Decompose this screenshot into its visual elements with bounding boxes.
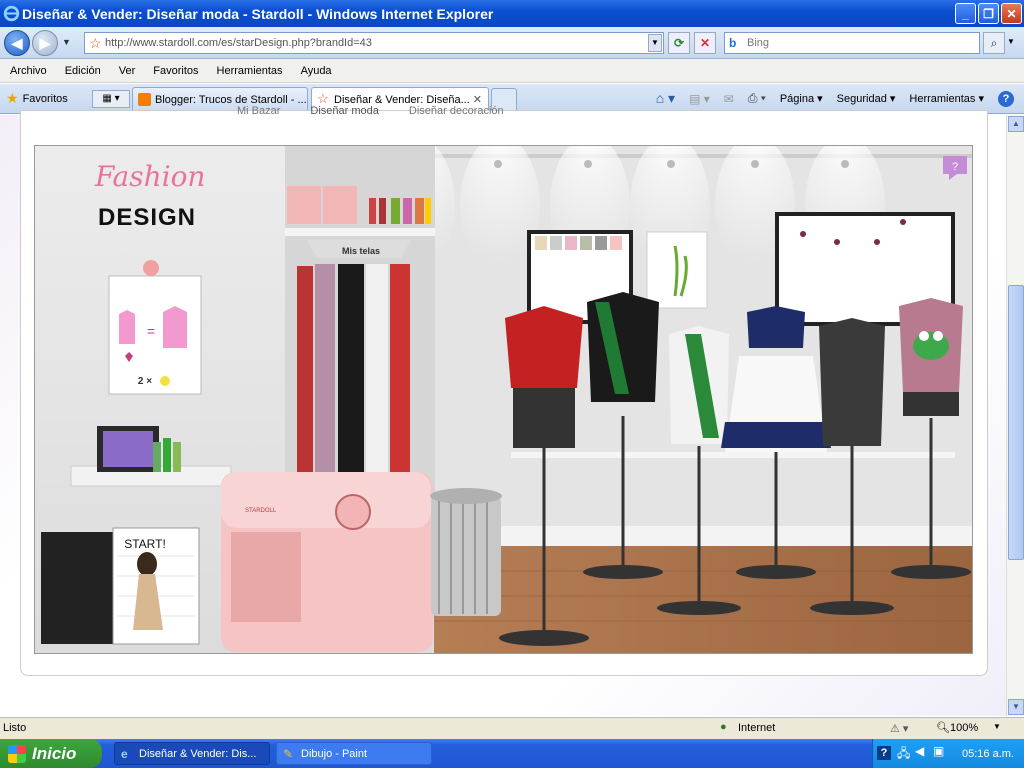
network-icon[interactable]: 🖧︎ [897,744,910,765]
home-icon[interactable]: ⌂ ▾ [656,90,675,107]
ie-window: Diseñar & Vender: Diseñar moda - Stardol… [0,0,1024,768]
scroll-thumb[interactable] [1008,285,1024,560]
menu-edicion[interactable]: Edición [65,65,101,77]
start-label: START! [124,537,166,551]
feeds-icon[interactable]: ▤ ▾ [689,92,710,106]
tab-disenar-decoracion[interactable]: Diseñar decoración [409,105,504,117]
zone-label: Internet [738,722,776,734]
machine-brand: STARDOLL [245,508,277,514]
tab-disenar-moda[interactable]: Diseñar moda [310,105,378,117]
logo-fashion: Fashion [95,160,206,193]
address-dropdown[interactable]: ▼ [648,34,662,52]
mail-icon[interactable]: ✉ [724,92,734,106]
internet-zone-icon: ● [720,721,727,733]
menu-bar: Archivo Edición Ver Favoritos Herramient… [0,59,1024,83]
favorites-star-icon: ☆ [89,35,102,51]
search-options-dropdown[interactable]: ▼ [1007,37,1015,46]
minimize-button[interactable]: _ [955,3,976,24]
search-input[interactable]: b Bing [724,32,980,54]
taskbar: Inicio e Diseñar & Vender: Dis... ✎ Dibu… [0,739,1024,768]
page-menu[interactable]: Página ▾ [780,92,823,105]
paint-icon: ✎ [283,747,294,761]
favorites-button[interactable]: ★ Favoritos [6,90,68,107]
system-tray: ? 🖧︎ ◀ ▣ 05:16 a.m. [872,739,1024,768]
title-bar[interactable]: Diseñar & Vender: Diseñar moda - Stardol… [0,0,1024,27]
favorites-star-icon: ★ [6,90,19,106]
menu-archivo[interactable]: Archivo [10,65,47,77]
tab-mi-bazar[interactable]: Mi Bazar [237,105,280,117]
fashion-design-studio: Mis telas = 2 × START! STARDOLL ? Fashio… [34,145,973,654]
help-icon[interactable]: ? [998,90,1014,107]
quick-tabs-button[interactable]: ▦ ▾ [92,90,130,108]
scroll-down-button[interactable]: ▼ [1008,699,1024,715]
ie-taskbar-icon: e [121,747,128,761]
stardoll-icon: ☆ [317,91,329,106]
windows-logo-icon [8,745,26,763]
protected-mode-icon[interactable]: ⚠ ▾ [890,722,908,735]
vertical-scrollbar[interactable]: ▲ ▼ [1006,115,1024,716]
taskbar-item-paint[interactable]: ✎ Dibujo - Paint [276,742,432,765]
refresh-button[interactable]: ⟳ [668,32,690,54]
status-bar: Listo ● Internet ⚠ ▾ 🔍︎ 100% ▼ [0,717,1024,739]
zoom-level[interactable]: 100% [950,722,978,734]
help-tray-icon[interactable]: ? [877,746,891,760]
menu-herramientas[interactable]: Herramientas [217,65,283,77]
internet-explorer-icon [3,5,20,22]
close-button[interactable]: ✕ [1001,3,1022,24]
back-button[interactable]: ◀ [4,30,30,56]
print-icon[interactable]: ⎙ ▾ [748,91,766,106]
menu-ver[interactable]: Ver [119,65,136,77]
forward-button[interactable]: ▶ [32,30,58,56]
tools-menu[interactable]: Herramientas ▾ [909,92,984,105]
volume-icon[interactable]: ▣ [933,744,944,758]
zoom-icon[interactable]: 🔍︎ [936,721,950,734]
taskbar-item-ie[interactable]: e Diseñar & Vender: Dis... [114,742,270,765]
sub-tabs: Mi Bazar Diseñar moda Diseñar decoración [237,105,504,117]
stop-button[interactable]: ✕ [694,32,716,54]
status-text: Listo [3,722,27,734]
svg-text:=: = [147,323,155,339]
recent-pages-dropdown[interactable]: ▼ [62,37,71,47]
blogger-icon [138,93,151,106]
start-button[interactable]: Inicio [0,739,102,768]
address-toolbar: ◀ ▶ ▼ ☆ http://www.stardoll.com/es/starD… [0,27,1024,59]
clock[interactable]: 05:16 a.m. [962,748,1014,760]
menu-ayuda[interactable]: Ayuda [301,65,332,77]
scroll-up-button[interactable]: ▲ [1008,116,1024,132]
security-menu[interactable]: Seguridad ▾ [837,92,896,105]
window-title: Diseñar & Vender: Diseñar moda - Stardol… [22,5,494,22]
bing-icon: b [729,36,737,50]
logo-design: DESIGN [98,204,197,231]
tray-expand-icon[interactable]: ◀ [915,744,924,758]
zoom-dropdown[interactable]: ▼ [993,722,1001,731]
shelf-label: Mis telas [342,246,380,256]
equation-cost: 2 × [138,376,152,387]
page-content: Mi Bazar Diseñar moda Diseñar decoración [0,105,1006,716]
menu-favoritos[interactable]: Favoritos [153,65,198,77]
maximize-button[interactable]: ❐ [978,3,999,24]
help-bubble: ? [952,161,958,173]
search-button[interactable]: ⌕ [983,32,1005,54]
address-field[interactable]: ☆ http://www.stardoll.com/es/starDesign.… [84,32,664,54]
